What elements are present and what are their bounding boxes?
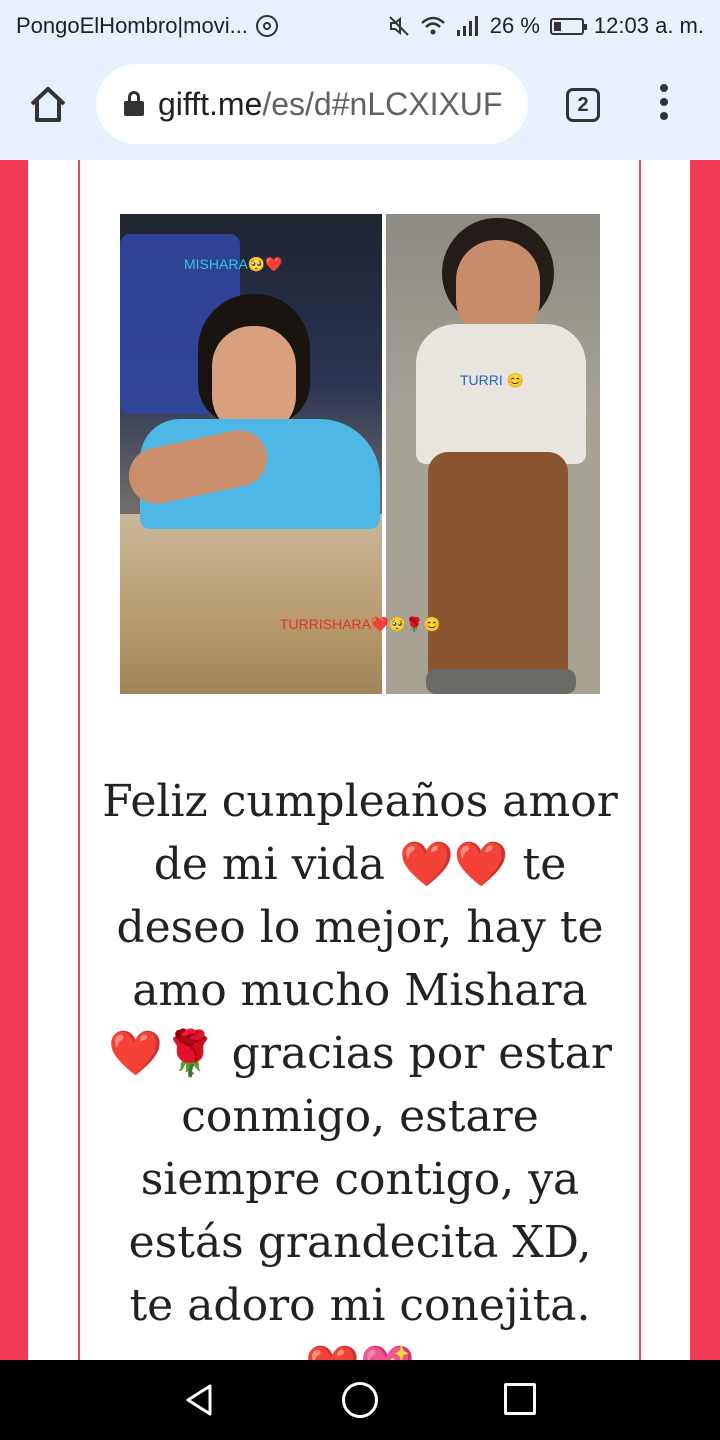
whatsapp-icon	[255, 15, 278, 37]
recents-icon[interactable]	[504, 1383, 536, 1415]
status-left: PongoElHombro|movi...	[16, 13, 278, 39]
url-domain: gifft.me	[158, 85, 263, 122]
navigation-bar	[0, 1360, 720, 1440]
url-path: /es/d#nLCXIXUF	[262, 85, 503, 122]
battery-fill	[553, 21, 561, 31]
more-options-icon[interactable]	[652, 84, 676, 126]
photo-collage: MISHARA🥺❤️ TURRI 😊 TURRISHARA❤️🥺🌹😊	[120, 214, 600, 694]
browser-toolbar: gifft.me/es/d#nLCXIXUF 2	[0, 52, 720, 160]
home-icon[interactable]	[26, 82, 70, 126]
lock-icon	[124, 91, 144, 117]
home-nav-icon[interactable]	[342, 1382, 378, 1418]
birthday-message: Feliz cumpleaños amor de mi vida ❤️❤️ te…	[102, 776, 618, 1394]
caption-mishara: MISHARA🥺❤️	[184, 256, 283, 272]
url-text[interactable]: gifft.me/es/d#nLCXIXUF	[158, 86, 502, 123]
url-bar[interactable]: gifft.me/es/d#nLCXIXUF	[96, 64, 528, 144]
caption-turri: TURRI 😊	[460, 372, 525, 388]
mute-icon	[389, 16, 409, 36]
notification-text: PongoElHombro|movi...	[16, 13, 248, 38]
status-bar: PongoElHombro|movi... 26 % 12:03 a. m.	[0, 0, 720, 52]
status-right: 26 % 12:03 a. m.	[388, 13, 704, 39]
wifi-icon	[420, 16, 445, 35]
signal-icon	[456, 16, 478, 36]
battery-icon	[549, 17, 587, 35]
back-icon[interactable]	[182, 1382, 218, 1418]
battery-percent: 26 %	[489, 13, 540, 38]
clock: 12:03 a. m.	[593, 13, 704, 38]
caption-turrishara: TURRISHARA❤️🥺🌹😊	[280, 616, 441, 632]
tab-switcher-button[interactable]: 2	[566, 88, 600, 122]
